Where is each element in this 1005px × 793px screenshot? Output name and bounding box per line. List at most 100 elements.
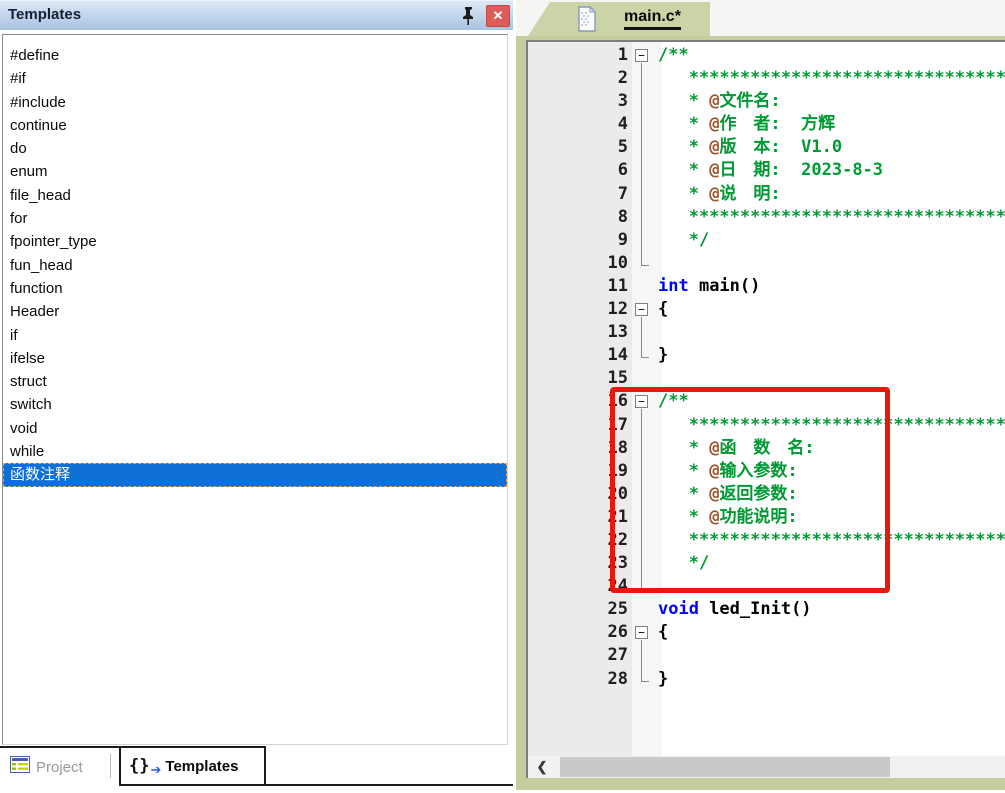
template-list-item[interactable]: fun_head [3, 254, 507, 277]
code-text: * @输入参数: [658, 460, 1005, 483]
fold-cell [628, 460, 658, 483]
editor-tab-filename: main.c* [624, 8, 681, 30]
fold-cell [628, 575, 658, 598]
template-list-item[interactable]: switch [3, 393, 507, 416]
fold-cell [628, 229, 658, 252]
line-number: 11 [528, 275, 628, 298]
template-list-item[interactable]: file_head [3, 184, 507, 207]
line-number: 6 [528, 159, 628, 182]
code-text: **************************************** [658, 67, 1005, 90]
fold-cell [628, 321, 658, 344]
template-list-item[interactable]: fpointer_type [3, 230, 507, 253]
template-list-item[interactable]: 函数注释 [3, 463, 507, 486]
template-list-item[interactable]: #include [3, 91, 507, 114]
fold-cell [628, 668, 658, 691]
template-list-item[interactable]: void [3, 417, 507, 440]
line-number: 16 [528, 390, 628, 413]
code-text [658, 644, 1005, 667]
line-number: 1 [528, 44, 628, 67]
line-number: 20 [528, 483, 628, 506]
line-number: 4 [528, 113, 628, 136]
code-line: 8 **************************************… [528, 206, 1005, 229]
code-text: { [658, 298, 1005, 321]
code-text: * @函 数 名: [658, 437, 1005, 460]
fold-cell [628, 529, 658, 552]
fold-cell [628, 414, 658, 437]
close-icon[interactable]: ✕ [486, 5, 510, 27]
template-list-item[interactable]: Header [3, 300, 507, 323]
tab-templates-label: Templates [165, 758, 238, 775]
editor-frame: 1−/**2 *********************************… [516, 36, 1005, 790]
panel-tab-strip: Project {} ➔ Templates [0, 746, 513, 793]
code-line: 11 int main() [528, 275, 1005, 298]
scroll-left-icon[interactable]: ❮ [528, 756, 556, 778]
templates-panel: Templates ✕ #define#if#includecontinuedo… [0, 0, 513, 793]
tab-separator [110, 754, 111, 778]
fold-cell [628, 437, 658, 460]
code-editor[interactable]: 1−/**2 *********************************… [526, 40, 1005, 778]
pin-icon[interactable] [458, 5, 478, 27]
fold-cell [628, 183, 658, 206]
code-text [658, 252, 1005, 275]
template-list-item[interactable]: #if [3, 67, 507, 90]
templates-braces-icon: {} [129, 756, 149, 776]
code-rows: 1−/**2 *********************************… [528, 44, 1005, 691]
fold-cell [628, 483, 658, 506]
template-list-item[interactable]: do [3, 137, 507, 160]
line-number: 9 [528, 229, 628, 252]
editor-panel: main.c* 1−/**2 *************************… [516, 0, 1005, 793]
tab-templates[interactable]: {} ➔ Templates [119, 746, 266, 786]
template-list-item[interactable]: enum [3, 160, 507, 183]
template-list-item[interactable]: if [3, 324, 507, 347]
fold-cell [628, 113, 658, 136]
code-text: * @日 期: 2023-8-3 [658, 159, 1005, 182]
code-line: 25 void led_Init() [528, 598, 1005, 621]
tab-project[interactable]: Project [10, 754, 83, 780]
fold-cell [628, 344, 658, 367]
code-line: 17 *************************************… [528, 414, 1005, 437]
horizontal-scrollbar[interactable]: ❮ [528, 756, 1005, 778]
line-number: 22 [528, 529, 628, 552]
code-line: 22 *************************************… [528, 529, 1005, 552]
line-number: 3 [528, 90, 628, 113]
fold-toggle-icon[interactable]: − [628, 298, 658, 321]
code-line: 27 [528, 644, 1005, 667]
panel-title: Templates [8, 6, 81, 23]
template-list-item[interactable]: ifelse [3, 347, 507, 370]
template-list-item[interactable]: function [3, 277, 507, 300]
line-number: 19 [528, 460, 628, 483]
code-line: 20 * @返回参数: [528, 483, 1005, 506]
code-line: 2 **************************************… [528, 67, 1005, 90]
document-icon [576, 6, 598, 38]
fold-toggle-icon[interactable]: − [628, 621, 658, 644]
code-text: void led_Init() [658, 598, 1005, 621]
templates-panel-titlebar: Templates ✕ [0, 0, 513, 30]
line-number: 7 [528, 183, 628, 206]
template-list-item[interactable]: struct [3, 370, 507, 393]
template-list-item[interactable]: #define [3, 44, 507, 67]
line-number: 25 [528, 598, 628, 621]
line-number: 5 [528, 136, 628, 159]
template-list-item[interactable]: continue [3, 114, 507, 137]
fold-toggle-icon[interactable]: − [628, 390, 658, 413]
code-line: 10 [528, 252, 1005, 275]
fold-cell [628, 552, 658, 575]
fold-toggle-icon[interactable]: − [628, 44, 658, 67]
code-line: 21 * @功能说明: [528, 506, 1005, 529]
scrollbar-thumb[interactable] [560, 757, 890, 777]
project-icon [10, 756, 30, 778]
code-text: int main() [658, 275, 1005, 298]
editor-tab-main-c[interactable]: main.c* [528, 2, 710, 36]
code-line: 9 */ [528, 229, 1005, 252]
line-number: 15 [528, 367, 628, 390]
code-line: 16−/** [528, 390, 1005, 413]
template-list-item[interactable]: while [3, 440, 507, 463]
template-list[interactable]: #define#if#includecontinuedoenumfile_hea… [2, 34, 508, 745]
line-number: 8 [528, 206, 628, 229]
line-number: 18 [528, 437, 628, 460]
line-number: 28 [528, 668, 628, 691]
fold-cell [628, 644, 658, 667]
templates-arrow-icon: ➔ [150, 762, 161, 778]
template-list-item[interactable]: for [3, 207, 507, 230]
code-text: * @返回参数: [658, 483, 1005, 506]
